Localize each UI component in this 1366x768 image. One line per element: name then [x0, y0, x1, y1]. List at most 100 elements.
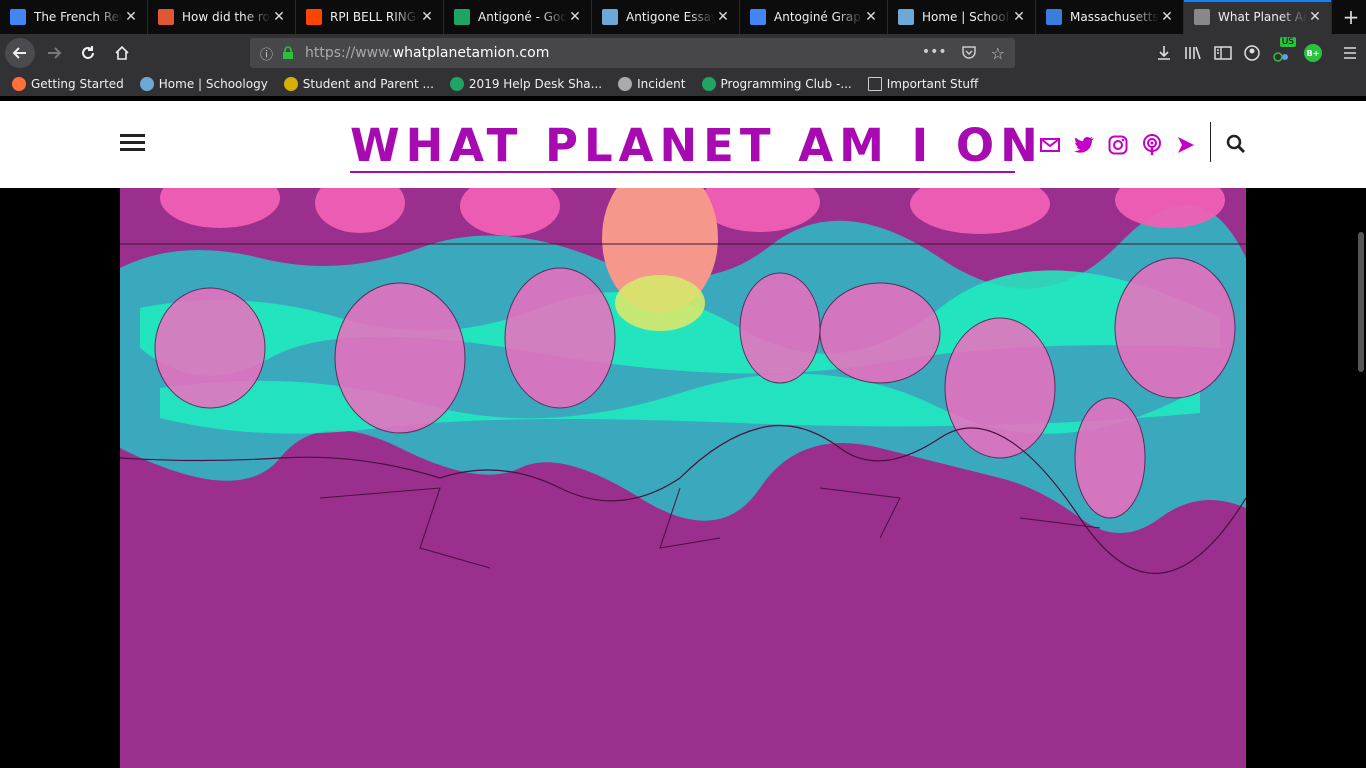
reddit-icon — [306, 9, 322, 25]
header-divider — [1210, 122, 1211, 162]
social-links — [1040, 134, 1196, 155]
nav-toolbar: ⓘ https://www.whatplanetamion.com ••• ☆ … — [0, 34, 1366, 72]
back-button[interactable] — [5, 38, 35, 68]
bookmark-label: Student and Parent ... — [302, 77, 434, 91]
play-icon[interactable] — [1176, 135, 1196, 155]
folder-icon — [867, 77, 882, 91]
bookmark-label: 2019 Help Desk Sha... — [468, 77, 603, 91]
google-drive-icon — [701, 77, 716, 91]
extension-badge: US — [1279, 37, 1296, 47]
tab-title: Antigone Essay 2 — [626, 10, 715, 24]
browser-tab[interactable]: Massachusetts P✕ — [1036, 0, 1184, 34]
hero-artwork — [120, 188, 1246, 768]
site-logo[interactable]: WHAT PLANET AM I ON — [350, 123, 1038, 173]
download-icon[interactable] — [1156, 45, 1172, 61]
home-icon — [115, 45, 129, 60]
google-docs-icon — [10, 9, 26, 25]
close-tab-icon[interactable]: ✕ — [123, 9, 139, 25]
tab-title: Antoginé Graphic — [774, 10, 863, 24]
podcast-icon[interactable] — [1142, 134, 1162, 155]
extension-icon — [1273, 52, 1288, 62]
close-tab-icon[interactable]: ✕ — [271, 9, 287, 25]
google-docs-icon — [750, 9, 766, 25]
browser-tab[interactable]: The French Revo✕ — [0, 0, 148, 34]
pocket-icon[interactable] — [961, 44, 977, 60]
globe-icon — [618, 77, 633, 91]
bookmark-item[interactable]: Important Stuff — [867, 77, 979, 91]
bookmarks-toolbar: Getting Started Home | Schoology Student a… — [0, 72, 1366, 96]
tab-title: How did the roya — [182, 10, 271, 24]
close-tab-icon[interactable]: ✕ — [1011, 9, 1027, 25]
browser-tab[interactable]: What Planet Am I✕ — [1184, 0, 1332, 34]
bookmark-item[interactable]: 2019 Help Desk Sha... — [449, 77, 603, 91]
home-button[interactable] — [107, 38, 137, 68]
close-tab-icon[interactable]: ✕ — [715, 9, 731, 25]
forward-arrow-icon — [48, 47, 62, 59]
toolbar-right: US B+ — [1156, 34, 1366, 72]
google-drive-icon — [449, 77, 464, 91]
mail-icon[interactable] — [1040, 135, 1060, 155]
google-drive-icon — [454, 9, 470, 25]
bookmark-item[interactable]: Incident — [618, 77, 686, 91]
lock-icon — [283, 46, 294, 59]
hamburger-menu-icon[interactable] — [120, 134, 145, 152]
page-scrollbar[interactable] — [1358, 232, 1364, 372]
tab-strip: The French Revo✕How did the roya✕RPI BEL… — [0, 0, 1366, 34]
bookmark-item[interactable]: Getting Started — [12, 77, 124, 91]
page-icon — [1194, 9, 1210, 25]
browser-tab[interactable]: Home | Schoolog✕ — [888, 0, 1036, 34]
url-text: https://www.whatplanetamion.com — [305, 45, 550, 61]
menu-icon[interactable] — [1342, 45, 1358, 61]
tab-title: What Planet Am I — [1218, 10, 1307, 24]
bookmark-item[interactable]: Programming Club -... — [701, 77, 852, 91]
reload-icon — [82, 46, 94, 59]
bookmark-star-icon[interactable]: ☆ — [991, 44, 1005, 63]
schoology-icon — [602, 9, 618, 25]
web-page: WHAT PLANET AM I ON — [0, 96, 1366, 768]
library-icon[interactable] — [1184, 45, 1202, 61]
account-icon[interactable] — [1244, 45, 1260, 61]
site-header: WHAT PLANET AM I ON — [0, 101, 1366, 188]
close-tab-icon[interactable]: ✕ — [1159, 9, 1175, 25]
new-tab-button[interactable]: + — [1336, 0, 1366, 34]
twitter-icon[interactable] — [1074, 135, 1094, 155]
back-arrow-icon — [12, 47, 26, 59]
close-tab-icon[interactable]: ✕ — [567, 9, 583, 25]
bookmark-label: Getting Started — [31, 77, 124, 91]
tab-title: Home | Schoolog — [922, 10, 1011, 24]
bookmark-label: Programming Club -... — [720, 77, 852, 91]
schoology-icon — [898, 9, 914, 25]
search-icon[interactable] — [1226, 134, 1246, 154]
bookmark-label: Home | Schoology — [158, 77, 268, 91]
address-bar[interactable]: ⓘ https://www.whatplanetamion.com ••• ☆ — [250, 38, 1015, 68]
p-icon — [283, 77, 298, 91]
close-tab-icon[interactable]: ✕ — [1307, 9, 1323, 25]
browser-tab[interactable]: Antigone Essay 2✕ — [592, 0, 740, 34]
hero-illustration — [120, 188, 1246, 768]
browser-tab[interactable]: How did the roya✕ — [148, 0, 296, 34]
bookmark-label: Incident — [637, 77, 686, 91]
browser-tab[interactable]: Antoginé Graphic✕ — [740, 0, 888, 34]
tab-title: The French Revo — [34, 10, 123, 24]
close-tab-icon[interactable]: ✕ — [419, 9, 435, 25]
bookmark-item[interactable]: Student and Parent ... — [283, 77, 434, 91]
duckduckgo-icon — [158, 9, 174, 25]
schoology-icon — [139, 77, 154, 91]
close-tab-icon[interactable]: ✕ — [863, 9, 879, 25]
extension-vpn[interactable]: US — [1272, 37, 1296, 63]
bookmark-label: Important Stuff — [886, 77, 979, 91]
reload-button[interactable] — [73, 38, 103, 68]
tab-title: RPI BELL RINGIN — [330, 10, 419, 24]
sidebar-icon[interactable] — [1214, 45, 1232, 61]
browser-tab[interactable]: Antigoné - Goog ✕ — [444, 0, 592, 34]
info-icon[interactable]: ⓘ — [260, 44, 273, 63]
instagram-icon[interactable] — [1108, 135, 1128, 155]
firefox-icon — [12, 77, 26, 91]
grade-extension[interactable]: B+ — [1304, 44, 1322, 62]
page-actions-icon[interactable]: ••• — [922, 44, 947, 63]
browser-tab[interactable]: RPI BELL RINGIN ✕ — [296, 0, 444, 34]
bookmark-item[interactable]: Home | Schoology — [139, 77, 268, 91]
tab-title: Massachusetts P — [1070, 10, 1159, 24]
bolt-icon — [1046, 9, 1062, 25]
forward-button[interactable] — [39, 38, 69, 68]
